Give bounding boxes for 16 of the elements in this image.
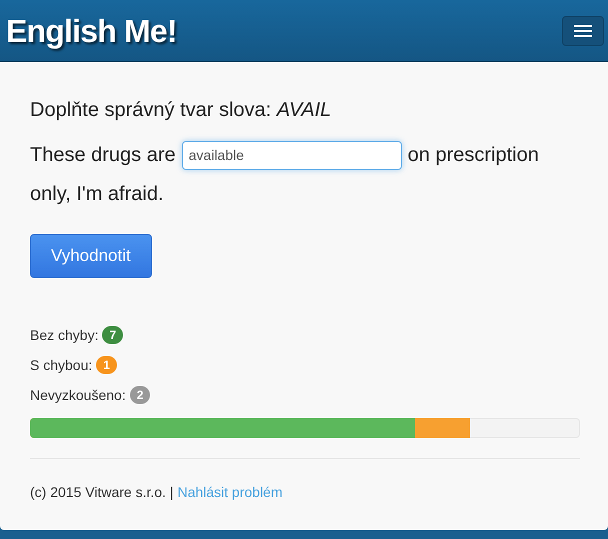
sentence-end: on prescription <box>408 143 539 168</box>
count-badge: 1 <box>96 356 117 374</box>
menu-icon <box>573 24 593 38</box>
task-prompt: Doplňte správný tvar slova: AVAIL <box>30 98 332 123</box>
menu-button[interactable] <box>562 16 604 46</box>
evaluate-button[interactable]: Vyhodnotit <box>30 234 152 278</box>
answer-field[interactable]: available <box>182 141 402 170</box>
stat-label: Bez chyby: <box>30 326 98 345</box>
logo[interactable]: English Me! <box>6 6 177 54</box>
count-badge: 7 <box>102 326 124 344</box>
copyright-text: (c) 2015 Vitware s.r.o. | <box>30 483 174 502</box>
stat-label: Nevyzkoušeno: <box>30 386 126 405</box>
sentence-start: These drugs are <box>30 143 176 168</box>
count-badge: 2 <box>130 386 150 404</box>
sentence-continuation: only, I'm afraid. <box>30 182 164 207</box>
stat-label: S chybou: <box>30 356 92 375</box>
